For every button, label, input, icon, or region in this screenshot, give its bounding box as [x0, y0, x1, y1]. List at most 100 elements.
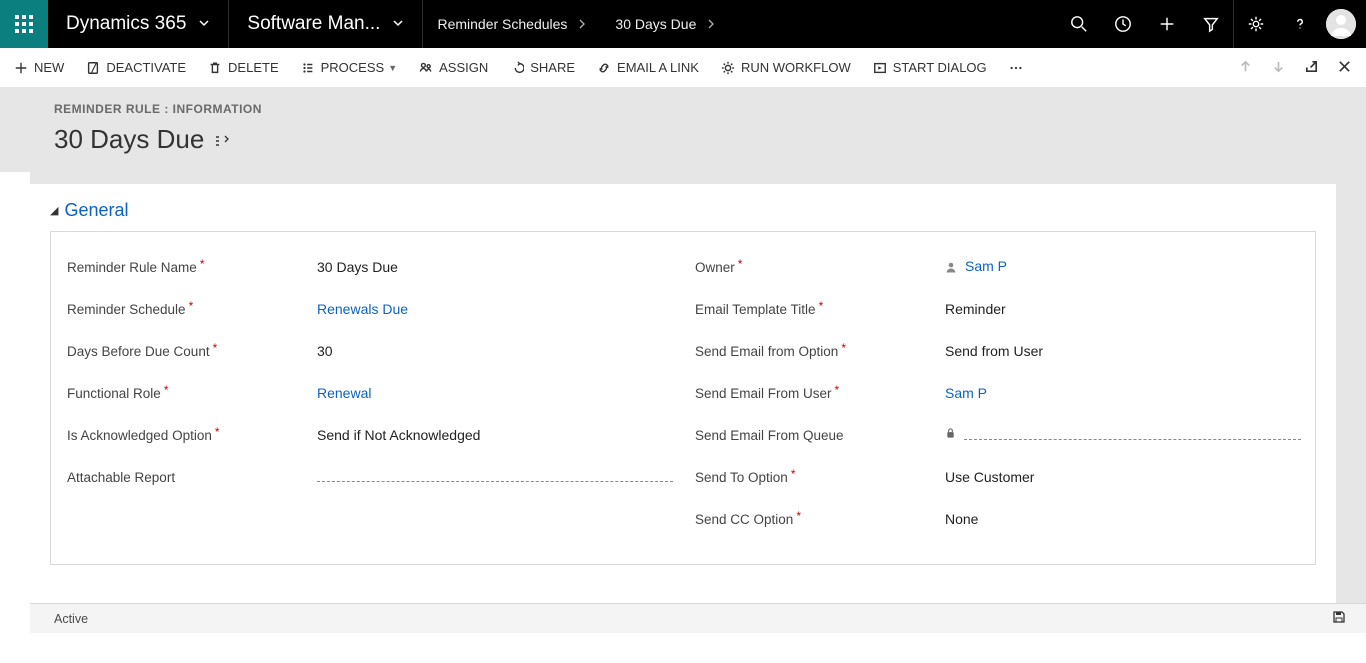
field-send-from-user: Send Email From User* Sam P — [693, 372, 1301, 414]
workflow-icon — [721, 61, 735, 75]
breadcrumb-parent[interactable]: Reminder Schedules — [423, 0, 601, 48]
cmd-label: SHARE — [530, 60, 575, 75]
chevron-down-icon — [392, 13, 404, 35]
cmd-run-workflow[interactable]: RUN WORKFLOW — [721, 60, 851, 75]
nav-module[interactable]: Software Man... — [229, 0, 422, 48]
record-title-text: 30 Days Due — [54, 124, 204, 155]
field-value-link[interactable]: Renewals Due — [317, 297, 673, 321]
app-launcher-button[interactable] — [0, 0, 48, 48]
field-value[interactable]: Send if Not Acknowledged — [317, 423, 673, 447]
cmd-share[interactable]: SHARE — [510, 60, 575, 75]
save-button[interactable] — [1332, 610, 1346, 627]
field-send-from-queue: Send Email From Queue — [693, 414, 1301, 456]
status-text: Active — [54, 612, 88, 626]
section-general-header[interactable]: ◢ General — [50, 200, 1316, 221]
cmd-email-link[interactable]: EMAIL A LINK — [597, 60, 699, 75]
field-value[interactable]: 30 — [317, 339, 673, 363]
field-send-from-option: Send Email from Option* Send from User — [693, 330, 1301, 372]
required-marker: * — [841, 341, 846, 355]
required-marker: * — [164, 383, 169, 397]
left-gutter — [0, 172, 30, 633]
nav-down-button[interactable] — [1271, 59, 1286, 77]
search-icon — [1070, 15, 1088, 33]
global-actions — [1057, 0, 1366, 48]
settings-button[interactable] — [1234, 0, 1278, 48]
cmd-process[interactable]: PROCESS ▼ — [301, 60, 398, 75]
form-selector[interactable] — [214, 124, 230, 155]
field-label: Send Email From User* — [693, 386, 945, 401]
field-reminder-schedule: Reminder Schedule* Renewals Due — [65, 288, 673, 330]
field-functional-role: Functional Role* Renewal — [65, 372, 673, 414]
global-nav-bar: Dynamics 365 Software Man... Reminder Sc… — [0, 0, 1366, 48]
new-button[interactable] — [1145, 0, 1189, 48]
field-value[interactable]: Reminder — [945, 297, 1301, 321]
field-send-to-option: Send To Option* Use Customer — [693, 456, 1301, 498]
field-days-before-due: Days Before Due Count* 30 — [65, 330, 673, 372]
cmd-deactivate[interactable]: DEACTIVATE — [86, 60, 186, 75]
field-label: Owner* — [693, 260, 945, 275]
form-header: REMINDER RULE : INFORMATION 30 Days Due — [0, 88, 1366, 174]
status-bar: Active — [30, 603, 1366, 633]
cmd-label: DEACTIVATE — [106, 60, 186, 75]
nav-app-name[interactable]: Dynamics 365 — [48, 0, 228, 48]
column-right: Owner* Sam P Email Template Title * Remin… — [693, 246, 1301, 540]
field-value[interactable]: Use Customer — [945, 465, 1301, 489]
recent-button[interactable] — [1101, 0, 1145, 48]
cmd-label: EMAIL A LINK — [617, 60, 699, 75]
popout-button[interactable] — [1304, 59, 1319, 77]
nav-up-button[interactable] — [1238, 59, 1253, 77]
link-icon — [597, 61, 611, 75]
funnel-icon — [1202, 15, 1220, 33]
column-left: Reminder Rule Name* 30 Days Due Reminder… — [65, 246, 673, 540]
help-button[interactable] — [1278, 0, 1322, 48]
cmd-label: NEW — [34, 60, 64, 75]
user-avatar[interactable] — [1326, 9, 1356, 39]
cmd-start-dialog[interactable]: START DIALOG — [873, 60, 987, 75]
breadcrumb-label: 30 Days Due — [615, 16, 696, 32]
chevron-right-icon — [577, 16, 587, 32]
field-label: Reminder Rule Name* — [65, 260, 317, 275]
user-icon — [945, 260, 957, 276]
field-label: Reminder Schedule* — [65, 302, 317, 317]
nav-app-name-label: Dynamics 365 — [66, 13, 186, 35]
label-text: Send Email From User — [695, 386, 832, 401]
plus-icon — [14, 61, 28, 75]
form-type-label: REMINDER RULE : INFORMATION — [54, 102, 1366, 116]
filter-button[interactable] — [1189, 0, 1233, 48]
cmd-label: DELETE — [228, 60, 279, 75]
field-label: Functional Role* — [65, 386, 317, 401]
label-text: Email Template Title — [695, 302, 816, 317]
deactivate-icon — [86, 61, 100, 75]
cmd-delete[interactable]: DELETE — [208, 60, 279, 75]
field-value[interactable]: 30 Days Due — [317, 255, 673, 279]
section-general-body: Reminder Rule Name* 30 Days Due Reminder… — [50, 231, 1316, 565]
field-value[interactable]: None — [945, 507, 1301, 531]
field-is-acknowledged: Is Acknowledged Option* Send if Not Ackn… — [65, 414, 673, 456]
form-body: ◢ General Reminder Rule Name* 30 Days Du… — [0, 172, 1366, 633]
field-value-empty[interactable] — [317, 472, 673, 482]
field-value-link[interactable]: Sam P — [945, 381, 1301, 405]
assign-icon — [419, 61, 433, 75]
field-value-link[interactable]: Renewal — [317, 381, 673, 405]
breadcrumb-label: Reminder Schedules — [437, 16, 567, 32]
field-value-link[interactable]: Sam P — [945, 254, 1301, 279]
cmd-label: PROCESS — [321, 60, 385, 75]
required-marker: * — [738, 257, 743, 271]
arrow-down-icon — [1271, 59, 1286, 74]
share-icon — [510, 61, 524, 75]
label-text: Attachable Report — [67, 470, 175, 485]
field-value[interactable]: Send from User — [945, 339, 1301, 363]
cmd-overflow[interactable] — [1009, 61, 1029, 75]
clock-icon — [1114, 15, 1132, 33]
cmd-assign[interactable]: ASSIGN — [419, 60, 488, 75]
field-reminder-rule-name: Reminder Rule Name* 30 Days Due — [65, 246, 673, 288]
close-button[interactable] — [1337, 59, 1352, 77]
field-label: Send CC Option* — [693, 512, 945, 527]
label-text: Send To Option — [695, 470, 788, 485]
form-selector-icon — [214, 134, 230, 148]
breadcrumb-current[interactable]: 30 Days Due — [601, 0, 730, 48]
cmd-new[interactable]: NEW — [14, 60, 64, 75]
field-label: Is Acknowledged Option* — [65, 428, 317, 443]
field-owner: Owner* Sam P — [693, 246, 1301, 288]
search-button[interactable] — [1057, 0, 1101, 48]
